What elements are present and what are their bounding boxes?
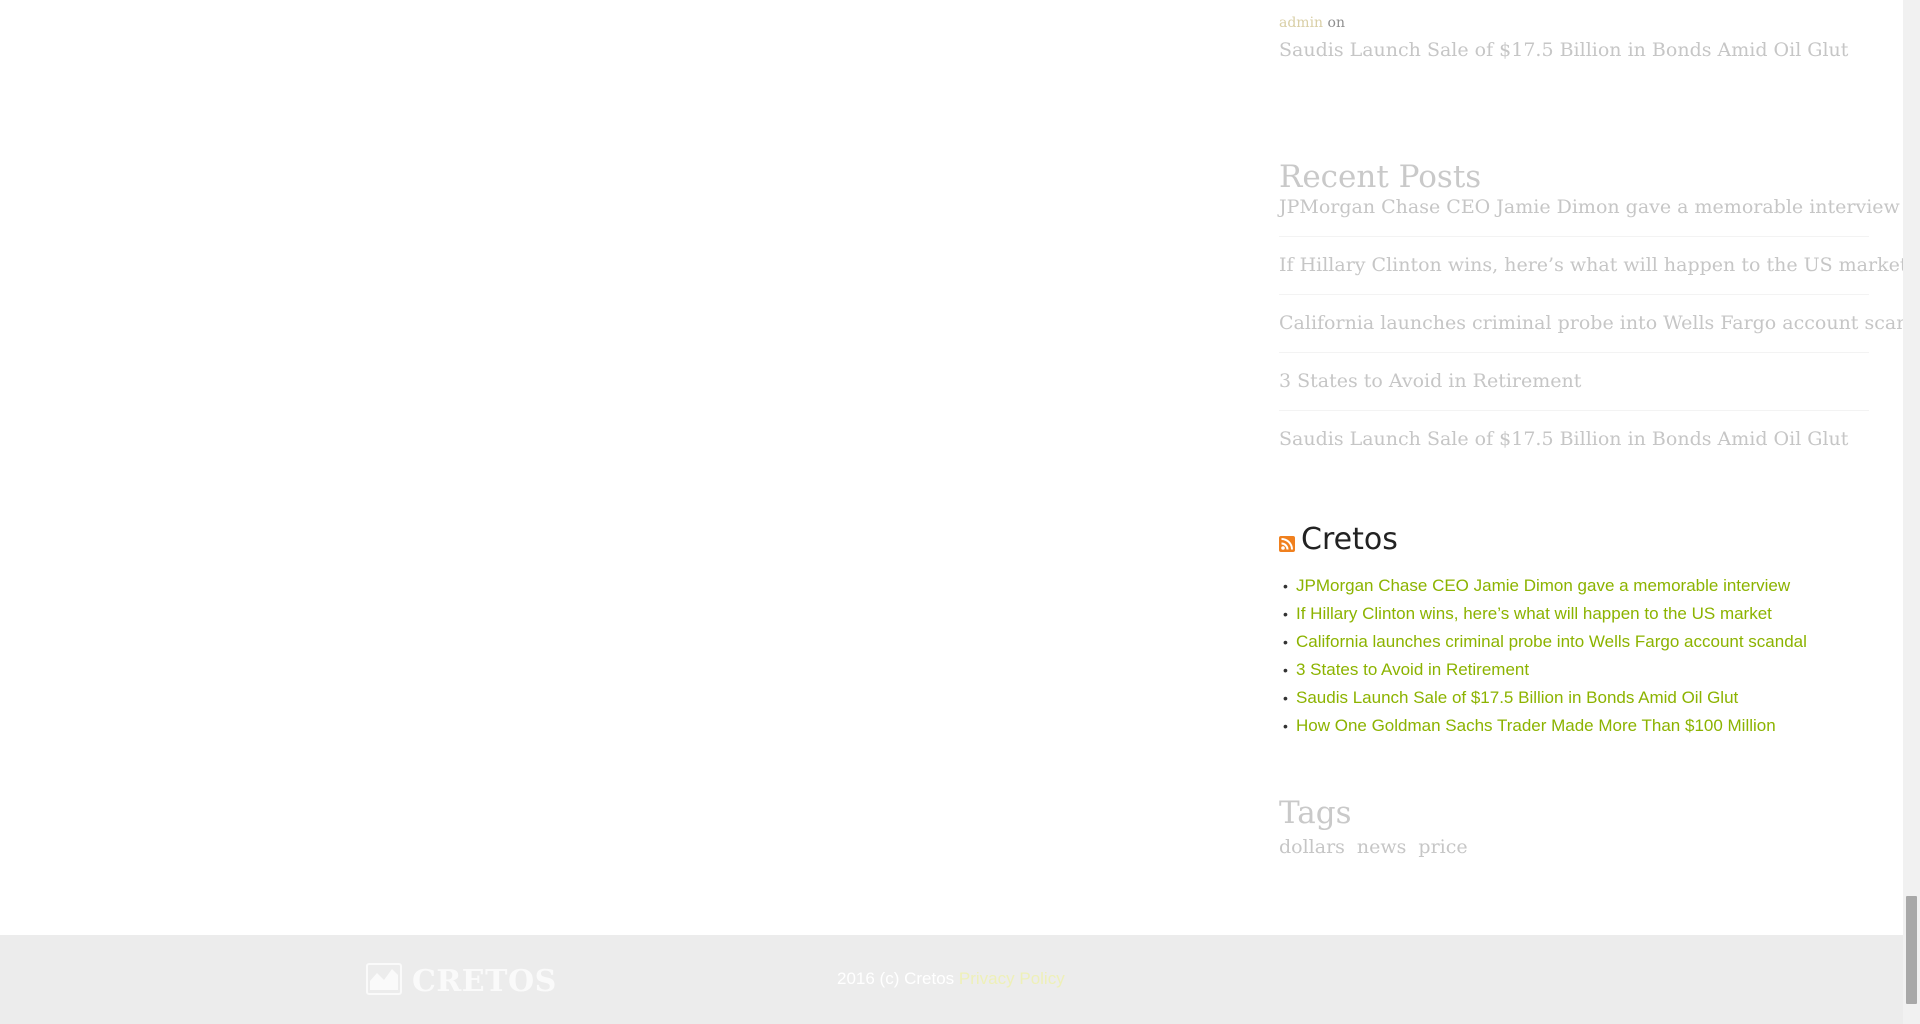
rss-item-link[interactable]: California launches criminal probe into … (1296, 632, 1807, 651)
rss-feed-title[interactable]: Cretos (1301, 522, 1398, 557)
rss-item-link[interactable]: JPMorgan Chase CEO Jamie Dimon gave a me… (1296, 576, 1790, 595)
comment-author-link[interactable]: admin (1279, 15, 1323, 31)
rss-item-link[interactable]: How One Goldman Sachs Trader Made More T… (1296, 716, 1776, 735)
bullet: • (1283, 634, 1288, 650)
tag-cloud: dollars news price (1279, 836, 1468, 858)
scroll-up-button[interactable] (1903, 0, 1920, 17)
tag-link[interactable]: price (1418, 836, 1467, 858)
recent-posts-heading: Recent Posts (1279, 158, 1482, 195)
tag-link[interactable]: dollars (1279, 836, 1345, 858)
list-item: • California launches criminal probe into… (1279, 628, 1807, 656)
list-item: • JPMorgan Chase CEO Jamie Dimon gave a m… (1279, 572, 1807, 600)
tags-heading: Tags (1279, 794, 1352, 831)
footer-logo[interactable]: CRETOS (366, 963, 557, 1000)
bullet: • (1283, 718, 1288, 734)
scroll-down-button[interactable] (1903, 1007, 1920, 1024)
privacy-policy-link[interactable]: Privacy Policy (959, 969, 1065, 988)
list-item: • 3 States to Avoid in Retirement (1279, 656, 1807, 684)
rss-item-link[interactable]: 3 States to Avoid in Retirement (1296, 660, 1529, 679)
footer-copyright: 2016 (c) Cretos Privacy Policy (837, 969, 1065, 989)
recent-post-link[interactable]: JPMorgan Chase CEO Jamie Dimon gave a me… (1279, 196, 1900, 237)
recent-post-link[interactable]: California launches criminal probe into … (1279, 312, 1920, 353)
scrollbar-thumb[interactable] (1906, 896, 1917, 1004)
list-item: • How One Goldman Sachs Trader Made More … (1279, 712, 1807, 740)
page-scrollbar[interactable] (1903, 0, 1920, 1024)
footer-logo-text: CRETOS (412, 964, 557, 999)
recent-post-link[interactable]: Saudis Launch Sale of $17.5 Billion in B… (1279, 428, 1869, 468)
recent-post-link[interactable]: 3 States to Avoid in Retirement (1279, 370, 1869, 411)
bullet: • (1283, 606, 1288, 622)
comment-on-text: on (1327, 15, 1345, 31)
rss-widget-header: Cretos (1279, 522, 1398, 557)
rss-item-link[interactable]: Saudis Launch Sale of $17.5 Billion in B… (1296, 688, 1738, 707)
list-item: • Saudis Launch Sale of $17.5 Billion in … (1279, 684, 1807, 712)
rss-feed-list: • JPMorgan Chase CEO Jamie Dimon gave a m… (1279, 572, 1807, 740)
tag-link[interactable]: news (1357, 836, 1407, 858)
recent-comment-meta: admin on (1279, 15, 1345, 31)
comment-post-link[interactable]: Saudis Launch Sale of $17.5 Billion in B… (1279, 39, 1848, 61)
bullet: • (1283, 662, 1288, 678)
bullet: • (1283, 578, 1288, 594)
list-item: • If Hillary Clinton wins, here’s what wi… (1279, 600, 1807, 628)
recent-post-link[interactable]: If Hillary Clinton wins, here’s what wil… (1279, 254, 1907, 295)
rss-icon[interactable] (1279, 535, 1295, 552)
site-footer: CRETOS 2016 (c) Cretos Privacy Policy (0, 935, 1903, 1024)
chart-logo-icon (366, 963, 402, 1000)
copyright-text: 2016 (c) Cretos (837, 969, 955, 988)
rss-item-link[interactable]: If Hillary Clinton wins, here’s what wil… (1296, 604, 1772, 623)
bullet: • (1283, 690, 1288, 706)
